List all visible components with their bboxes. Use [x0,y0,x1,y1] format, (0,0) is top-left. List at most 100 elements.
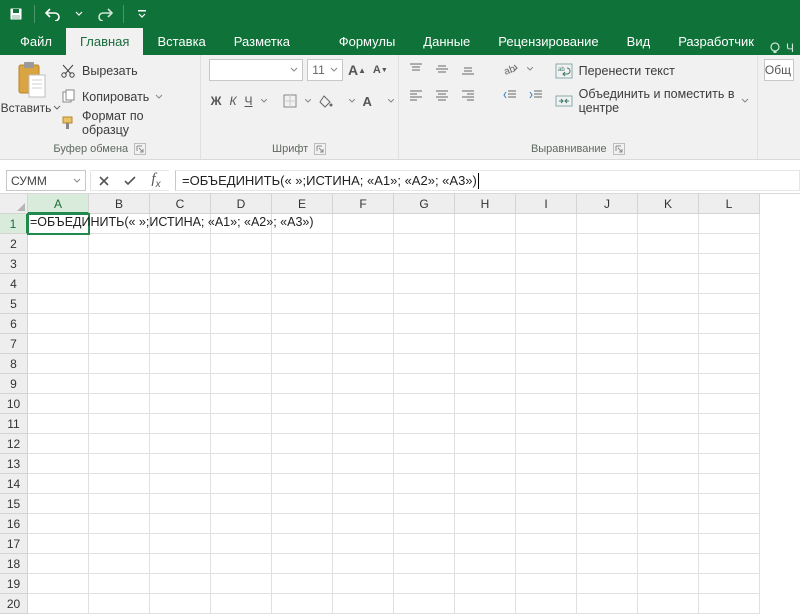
cell[interactable] [272,534,333,554]
cell[interactable] [455,574,516,594]
cell[interactable] [394,414,455,434]
cell[interactable] [333,554,394,574]
cell[interactable] [577,314,638,334]
row-header[interactable]: 20 [0,594,28,614]
cell[interactable] [28,254,89,274]
cell[interactable] [638,474,699,494]
cell[interactable] [394,494,455,514]
row-header[interactable]: 12 [0,434,28,454]
cell[interactable] [333,354,394,374]
row-header[interactable]: 13 [0,454,28,474]
cell[interactable] [577,214,638,234]
cell[interactable] [577,474,638,494]
cell[interactable] [699,334,760,354]
row-header[interactable]: 14 [0,474,28,494]
cell[interactable] [150,494,211,514]
cell[interactable] [394,514,455,534]
dialog-launcher-icon[interactable] [134,143,146,155]
tell-me[interactable]: Ч [768,41,800,55]
cell[interactable] [28,354,89,374]
cell[interactable] [638,314,699,334]
tab-page-layout[interactable]: Разметка страницы [220,28,325,55]
cell[interactable] [333,274,394,294]
cell[interactable] [455,434,516,454]
cell[interactable] [394,554,455,574]
cell[interactable] [333,314,394,334]
align-right-button[interactable] [459,87,477,103]
cell[interactable] [333,514,394,534]
cell[interactable] [638,574,699,594]
cell[interactable] [211,494,272,514]
cell[interactable] [699,494,760,514]
cell[interactable] [150,414,211,434]
cell[interactable] [577,434,638,454]
cell[interactable] [699,314,760,334]
cell[interactable] [89,254,150,274]
row-header[interactable]: 10 [0,394,28,414]
cell[interactable] [516,354,577,374]
cell[interactable] [638,534,699,554]
cell[interactable] [577,534,638,554]
cell[interactable] [150,374,211,394]
row-header[interactable]: 6 [0,314,28,334]
cell[interactable] [638,394,699,414]
cell[interactable] [455,314,516,334]
cell[interactable] [638,294,699,314]
cell[interactable] [28,334,89,354]
cell[interactable] [699,554,760,574]
cell[interactable] [28,454,89,474]
cell[interactable] [150,594,211,614]
cell[interactable] [272,294,333,314]
cell[interactable] [699,254,760,274]
row-header[interactable]: 17 [0,534,28,554]
cell[interactable] [333,454,394,474]
cell[interactable] [333,594,394,614]
cell[interactable] [394,434,455,454]
cell[interactable] [28,374,89,394]
cell[interactable] [638,434,699,454]
chevron-down-icon[interactable] [261,99,267,104]
tab-home[interactable]: Главная [66,28,143,55]
cell[interactable] [516,274,577,294]
cell[interactable] [272,494,333,514]
cell[interactable] [211,274,272,294]
cell[interactable] [577,274,638,294]
cell[interactable] [455,214,516,234]
row-header[interactable]: 1 [0,214,28,234]
tab-data[interactable]: Данные [409,28,484,55]
column-header[interactable]: I [516,194,577,214]
cell[interactable] [455,494,516,514]
cell[interactable] [577,554,638,574]
cell[interactable] [333,434,394,454]
align-bottom-button[interactable] [459,61,477,77]
cell[interactable] [272,514,333,534]
cell[interactable] [455,234,516,254]
cell[interactable] [577,394,638,414]
cell[interactable] [333,534,394,554]
cell[interactable] [333,474,394,494]
cell[interactable] [272,254,333,274]
cell[interactable] [394,354,455,374]
cell[interactable] [150,334,211,354]
cell[interactable] [577,414,638,434]
cell[interactable] [455,514,516,534]
column-header[interactable]: L [699,194,760,214]
cell[interactable] [211,254,272,274]
cell[interactable] [211,414,272,434]
cell[interactable] [638,494,699,514]
cell[interactable] [272,394,333,414]
cell[interactable] [699,574,760,594]
number-format-select[interactable]: Общ [764,59,794,81]
cell[interactable] [150,434,211,454]
cell[interactable] [211,554,272,574]
format-painter-button[interactable]: Формат по образцу [60,113,192,133]
cell[interactable] [333,294,394,314]
cell[interactable] [28,294,89,314]
cell[interactable] [394,374,455,394]
cell[interactable] [272,274,333,294]
column-header[interactable]: H [455,194,516,214]
cell[interactable] [211,534,272,554]
cell[interactable] [455,474,516,494]
cell[interactable] [150,274,211,294]
cell[interactable] [455,254,516,274]
